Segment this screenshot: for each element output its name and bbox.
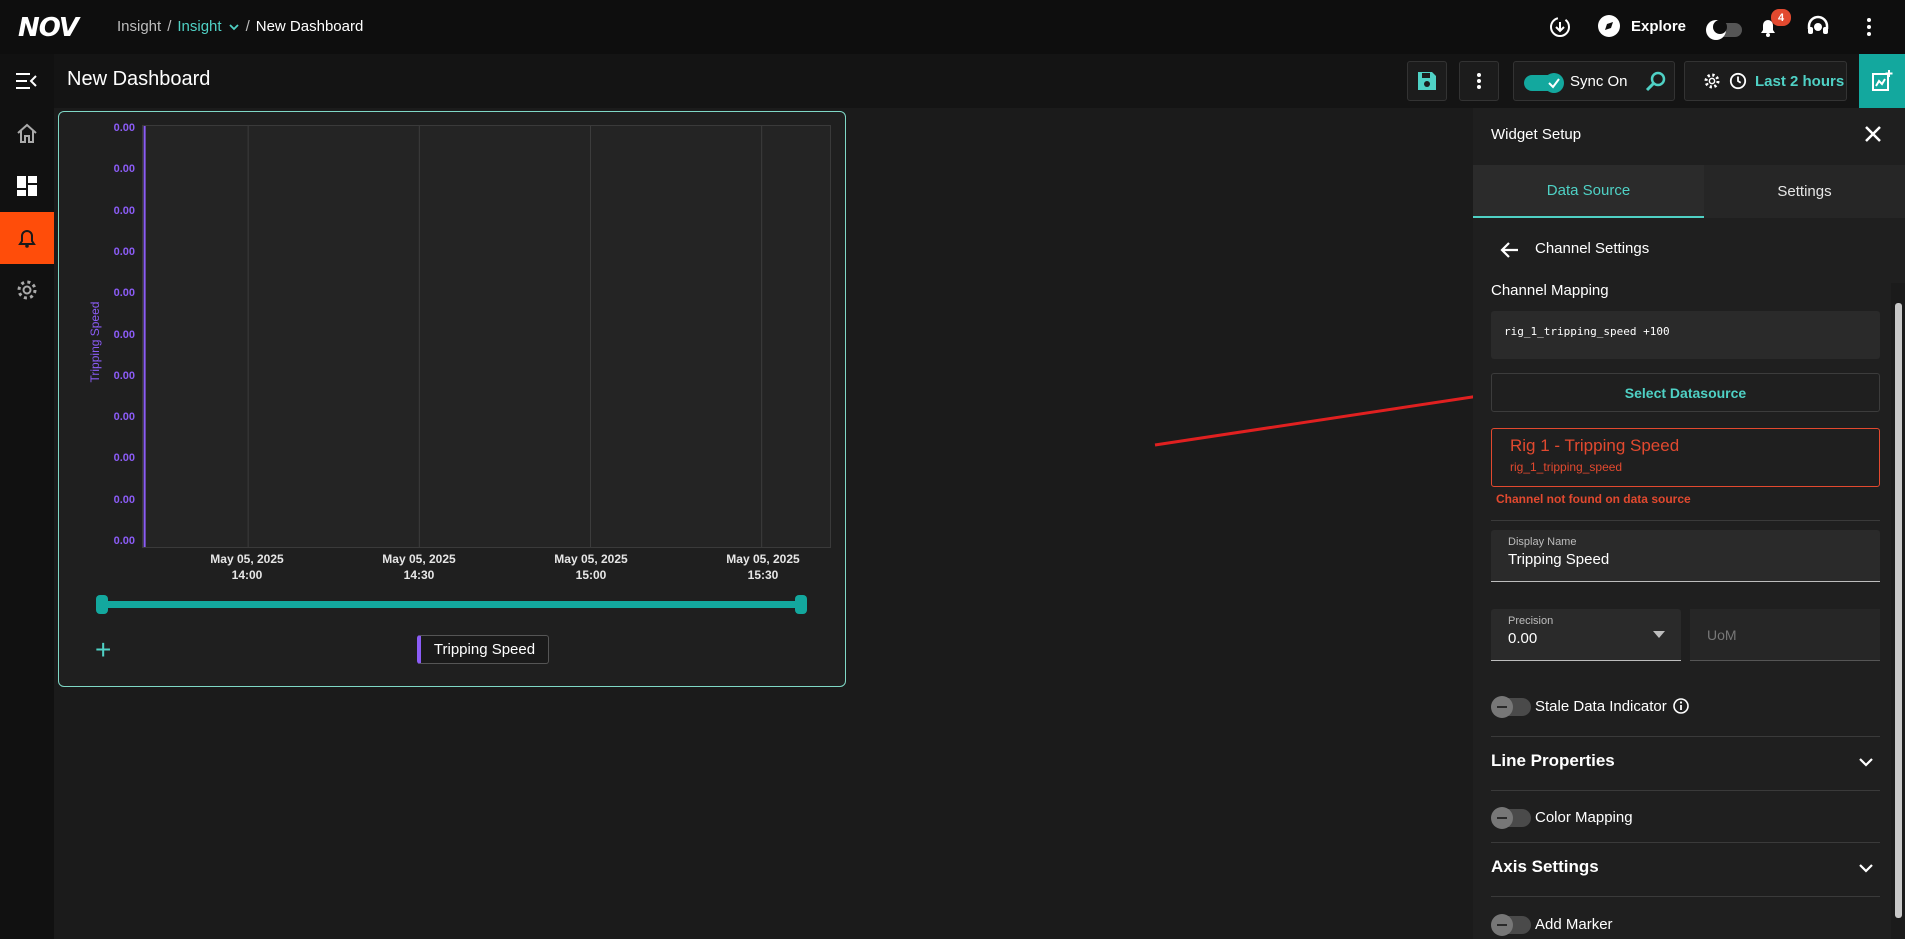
y-tick-label: 0.00 bbox=[113, 411, 135, 424]
chevron-down-icon[interactable] bbox=[1858, 860, 1874, 876]
sync-control: Sync On bbox=[1513, 61, 1675, 101]
x-tick-label: May 05, 2025 14:30 bbox=[382, 552, 456, 582]
clock-icon bbox=[1729, 72, 1747, 90]
uom-input[interactable]: UoM bbox=[1690, 609, 1880, 661]
add-marker-toggle[interactable] bbox=[1491, 914, 1531, 936]
dashboard-icon bbox=[17, 176, 37, 196]
x-tick-label: May 05, 2025 15:30 bbox=[726, 552, 800, 582]
close-icon[interactable] bbox=[1863, 124, 1883, 144]
info-icon[interactable] bbox=[1672, 697, 1690, 715]
channel-mapping-input[interactable]: rig_1_tripping_speed +100 bbox=[1491, 311, 1880, 359]
channel-error-card[interactable]: Rig 1 - Tripping Speed rig_1_tripping_sp… bbox=[1491, 428, 1880, 487]
add-widget-button[interactable] bbox=[1859, 54, 1905, 108]
line-properties-header[interactable]: Line Properties bbox=[1491, 751, 1615, 771]
time-range-selector[interactable]: Last 2 hours bbox=[1684, 61, 1847, 101]
precision-label: Precision bbox=[1508, 615, 1554, 627]
y-tick-label: 0.00 bbox=[113, 535, 135, 547]
breadcrumb-insight-dropdown[interactable]: Insight bbox=[177, 18, 221, 35]
back-arrow-icon[interactable] bbox=[1500, 240, 1520, 260]
menu-collapse-icon[interactable] bbox=[14, 71, 38, 91]
more-vertical-icon[interactable] bbox=[1857, 15, 1881, 39]
divider bbox=[1491, 790, 1880, 791]
divider bbox=[1491, 842, 1880, 843]
channel-mapping-label: Channel Mapping bbox=[1491, 282, 1609, 299]
y-tick-label: 0.00 bbox=[113, 163, 135, 176]
precision-select[interactable]: Precision 0.00 bbox=[1491, 609, 1681, 661]
nav-settings[interactable] bbox=[0, 264, 54, 316]
breadcrumb-sep: / bbox=[245, 18, 250, 35]
channel-error-message: Channel not found on data source bbox=[1496, 492, 1691, 506]
display-name-value: Tripping Speed bbox=[1508, 551, 1610, 568]
alarm-bell-icon bbox=[18, 230, 36, 248]
y-tick-label: 0.00 bbox=[113, 204, 135, 217]
sync-toggle[interactable] bbox=[1524, 72, 1566, 94]
channel-error-title: Rig 1 - Tripping Speed bbox=[1510, 436, 1680, 455]
chevron-down-icon[interactable] bbox=[228, 21, 240, 33]
time-range-slider[interactable] bbox=[101, 601, 803, 608]
color-mapping-label: Color Mapping bbox=[1535, 809, 1633, 826]
support-headset-icon[interactable] bbox=[1805, 14, 1831, 40]
save-button[interactable] bbox=[1407, 61, 1447, 101]
channel-error-id: rig_1_tripping_speed bbox=[1510, 460, 1623, 474]
explore-button[interactable]: Explore bbox=[1597, 14, 1686, 38]
y-tick-label: 0.00 bbox=[113, 122, 135, 134]
divider bbox=[1491, 896, 1880, 897]
gear-icon bbox=[1704, 73, 1720, 89]
add-series-icon[interactable]: + bbox=[95, 636, 111, 664]
display-name-field[interactable]: Display Name Tripping Speed bbox=[1491, 530, 1880, 582]
sync-label: Sync On bbox=[1570, 73, 1628, 90]
color-mapping-toggle[interactable] bbox=[1491, 807, 1531, 829]
y-tick-label: 0.00 bbox=[113, 369, 135, 382]
y-tick-label: 0.00 bbox=[113, 452, 135, 465]
y-tick-label: 0.00 bbox=[113, 245, 135, 258]
save-icon bbox=[1418, 72, 1436, 90]
precision-value: 0.00 bbox=[1508, 630, 1538, 647]
home-icon bbox=[17, 123, 37, 143]
breadcrumb: Insight / Insight / New Dashboard bbox=[117, 18, 363, 35]
add-marker-label: Add Marker bbox=[1535, 916, 1613, 933]
more-vertical-icon bbox=[1477, 73, 1481, 89]
breadcrumb-insight-root[interactable]: Insight bbox=[117, 18, 161, 35]
breadcrumb-sep: / bbox=[167, 18, 172, 35]
x-tick-label: May 05, 2025 15:00 bbox=[554, 552, 628, 582]
dashboard-title: New Dashboard bbox=[67, 68, 211, 90]
stale-data-label: Stale Data Indicator bbox=[1535, 698, 1667, 715]
y-tick-label: 0.00 bbox=[113, 287, 135, 300]
slider-handle-end[interactable] bbox=[795, 595, 807, 614]
explore-label: Explore bbox=[1631, 17, 1687, 35]
dropdown-arrow-icon bbox=[1653, 631, 1665, 638]
channel-settings-heading: Channel Settings bbox=[1535, 240, 1650, 257]
tab-settings[interactable]: Settings bbox=[1704, 165, 1905, 218]
select-datasource-button[interactable]: Select Datasource bbox=[1491, 373, 1880, 412]
gear-icon bbox=[17, 280, 37, 300]
compass-icon bbox=[1598, 15, 1620, 37]
nav-dashboards[interactable] bbox=[0, 160, 54, 212]
theme-toggle-icon[interactable] bbox=[1704, 17, 1744, 41]
breadcrumb-current: New Dashboard bbox=[255, 18, 364, 35]
stale-data-toggle[interactable] bbox=[1491, 696, 1531, 718]
notification-count-badge: 4 bbox=[1771, 9, 1791, 26]
nov-logo[interactable]: NOV bbox=[18, 13, 79, 43]
time-range-label: Last 2 hours bbox=[1755, 72, 1845, 90]
chart-plot-area[interactable] bbox=[142, 125, 831, 548]
nav-alarms[interactable] bbox=[0, 212, 54, 264]
dashboard-options-button[interactable] bbox=[1459, 61, 1499, 101]
add-widget-icon bbox=[1872, 70, 1893, 91]
chevron-down-icon[interactable] bbox=[1858, 754, 1874, 770]
legend-item[interactable]: Tripping Speed bbox=[417, 635, 549, 664]
panel-title: Widget Setup bbox=[1491, 126, 1582, 143]
display-name-label: Display Name bbox=[1508, 536, 1577, 548]
nav-home[interactable] bbox=[0, 108, 54, 160]
slider-handle-start[interactable] bbox=[96, 595, 108, 614]
tab-data-source[interactable]: Data Source bbox=[1473, 165, 1704, 218]
divider bbox=[1491, 736, 1880, 737]
zoom-reset-icon[interactable] bbox=[1644, 70, 1668, 94]
y-tick-label: 0.00 bbox=[113, 328, 135, 341]
axis-settings-header[interactable]: Axis Settings bbox=[1491, 857, 1599, 877]
divider bbox=[1491, 520, 1880, 521]
download-icon[interactable] bbox=[1548, 15, 1572, 39]
x-tick-label: May 05, 2025 14:00 bbox=[210, 552, 284, 582]
panel-scrollbar-thumb[interactable] bbox=[1895, 303, 1902, 918]
y-tick-label: 0.00 bbox=[113, 493, 135, 506]
